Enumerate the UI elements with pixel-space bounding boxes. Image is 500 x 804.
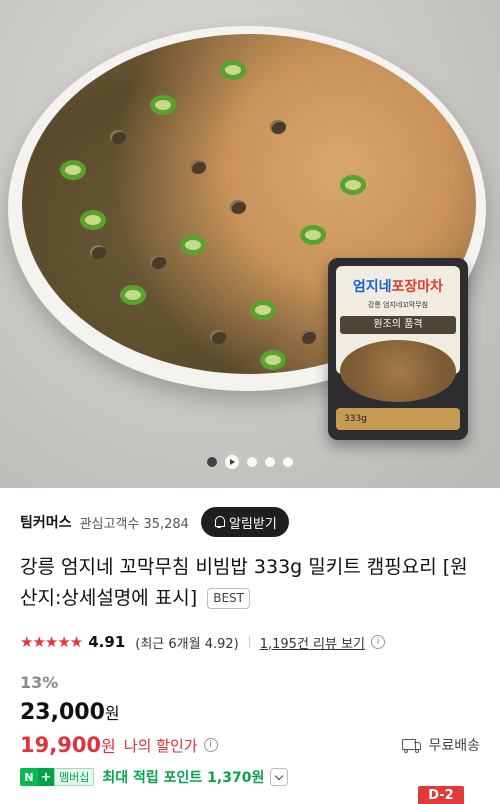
pepper-slice — [120, 285, 146, 305]
rating-score: 4.91 — [88, 633, 126, 651]
pepper-slice — [60, 160, 86, 180]
pepper-slice — [180, 235, 206, 255]
my-price-value: 19,900 — [20, 733, 102, 757]
package-subtitle: 강릉 엄지네꼬막무침 — [367, 301, 429, 309]
max-points-text: 최대 적립 포인트 1,370원 — [102, 770, 265, 786]
membership-label: 멤버십 — [54, 768, 95, 786]
clam — [110, 130, 126, 144]
package-name: 원조의 품격 — [340, 316, 456, 334]
carousel-dot[interactable] — [207, 457, 217, 467]
alarm-button-label: 알림받기 — [228, 516, 277, 532]
clam — [210, 330, 226, 344]
original-price: 23,000원 — [20, 700, 120, 725]
pepper-slice — [340, 175, 366, 195]
product-image[interactable]: 엄지네포장마차 강릉 엄지네꼬막무침 원조의 품격 333g — [0, 0, 500, 488]
pepper-slice — [150, 95, 176, 115]
followers-count: 관심고객수 35,284 — [79, 516, 189, 532]
package-label: 엄지네포장마차 강릉 엄지네꼬막무침 원조의 품격 — [336, 266, 460, 402]
product-package: 엄지네포장마차 강릉 엄지네꼬막무침 원조의 품격 333g — [328, 258, 468, 440]
info-icon[interactable]: i — [371, 635, 386, 649]
shipping-info: 무료배송 — [402, 735, 480, 755]
chevron-down-icon — [275, 771, 284, 780]
rating-row: ★★★★★ 4.91 (최근 6개월 4.92) 1,195건 리뷰 보기 i — [20, 632, 480, 652]
my-price: 19,900원 — [20, 733, 116, 757]
plus-icon: + — [38, 768, 54, 786]
naver-n-icon: N — [20, 768, 38, 786]
dday-badge: D-2 — [418, 786, 464, 804]
package-food-photo — [340, 340, 456, 402]
my-price-label: 나의 할인가 — [123, 736, 198, 755]
best-badge: BEST — [207, 588, 250, 609]
alarm-button[interactable]: 알림받기 — [200, 507, 289, 537]
play-icon[interactable] — [225, 455, 239, 469]
pepper-slice — [250, 300, 276, 320]
clam — [230, 200, 246, 214]
clam — [270, 120, 286, 134]
divider — [248, 636, 250, 648]
shipping-label: 무료배송 — [428, 738, 480, 754]
expand-points-button[interactable] — [270, 768, 289, 786]
clam — [150, 255, 166, 269]
carousel-dot[interactable] — [247, 457, 257, 467]
seller-name[interactable]: 팀커머스 — [20, 512, 72, 532]
pepper-slice — [80, 210, 106, 230]
currency-label: 원 — [104, 704, 120, 723]
my-price-row: 19,900원 나의 할인가 i 무료배송 — [20, 731, 480, 759]
info-icon[interactable]: i — [203, 738, 218, 752]
bell-icon — [213, 516, 225, 528]
reviews-link[interactable]: 1,195건 리뷰 보기 — [260, 633, 365, 652]
pepper-slice — [220, 60, 246, 80]
clam — [190, 160, 206, 174]
truck-icon — [402, 738, 422, 753]
seller-row: 팀커머스 관심고객수 35,284 알림받기 — [20, 506, 480, 538]
pepper-slice — [300, 225, 326, 245]
pepper-slice — [260, 350, 286, 370]
recent-rating: (최근 6개월 4.92) — [135, 636, 239, 652]
carousel-indicator — [0, 455, 500, 469]
clam — [90, 245, 106, 259]
discount-rate: 13% — [20, 673, 59, 692]
naver-plus-membership-badge: N + 멤버십 — [20, 768, 95, 786]
product-title: 강릉 엄지네 꼬막무침 비빔밥 333g 밀키트 캠핑요리 [원산지:상세설명에… — [20, 552, 482, 614]
carousel-dot[interactable] — [265, 457, 275, 467]
star-rating-icon: ★★★★★ — [20, 633, 83, 651]
clam — [300, 330, 316, 344]
carousel-dot[interactable] — [283, 457, 293, 467]
package-weight: 333g — [336, 408, 460, 430]
original-price-value: 23,000 — [20, 700, 105, 725]
membership-row: N + 멤버십 최대 적립 포인트 1,370원 — [20, 766, 480, 788]
currency-label: 원 — [101, 737, 116, 756]
package-brand: 엄지네포장마차 — [352, 279, 444, 295]
